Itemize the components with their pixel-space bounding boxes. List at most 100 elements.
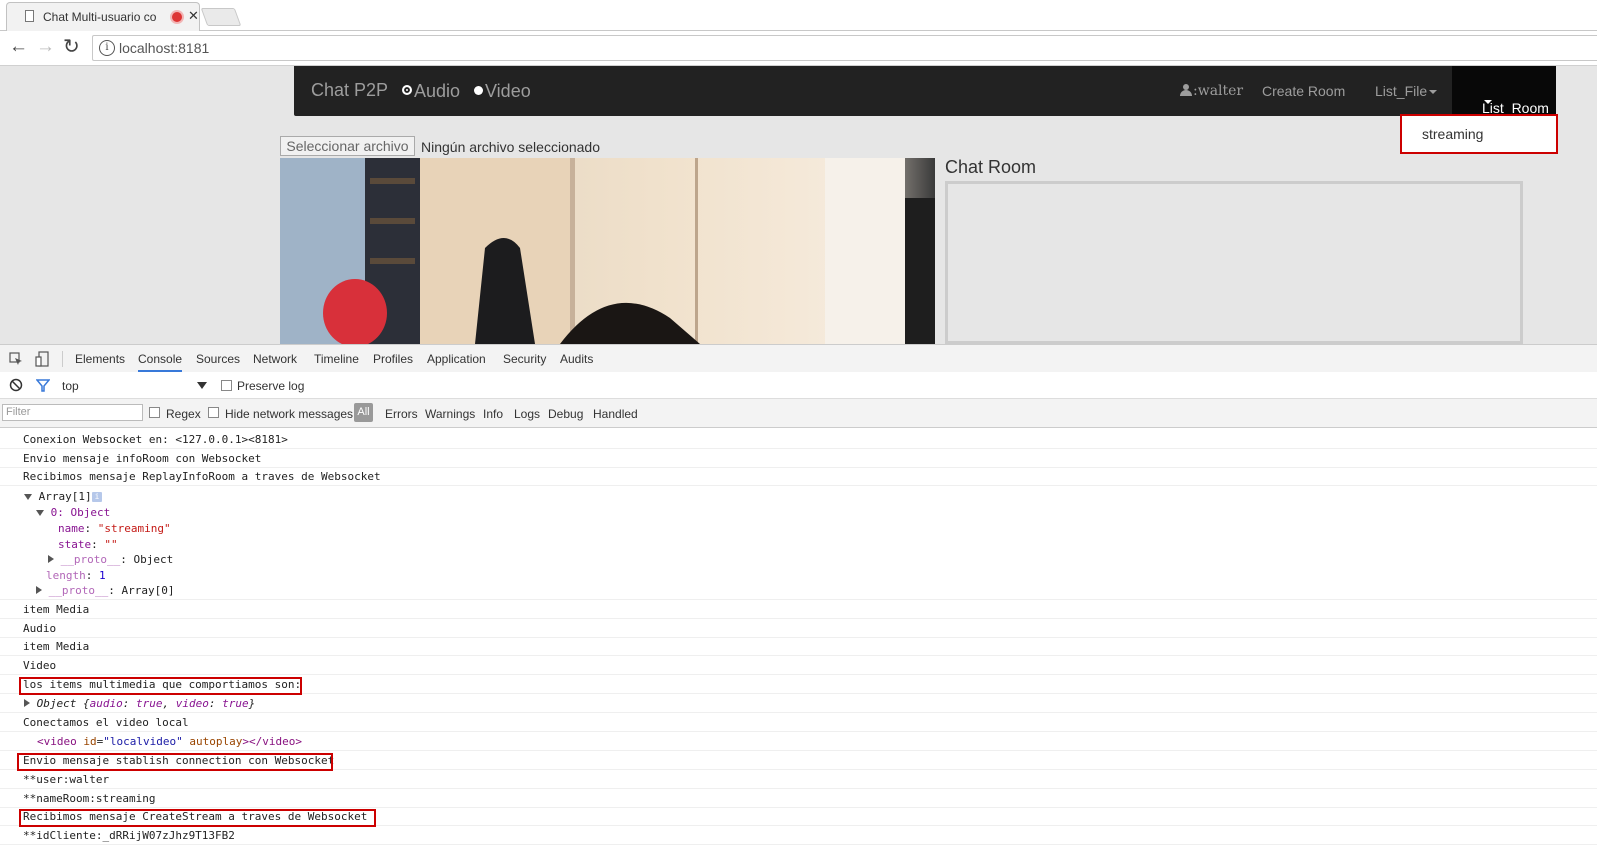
video-label: Video [485, 81, 531, 101]
devtools-tab-bar: Elements Console Sources Network Timelin… [0, 345, 1597, 373]
console-message: Audio [0, 620, 1597, 638]
prop-value: true [222, 697, 249, 710]
level-info[interactable]: Info [483, 407, 503, 421]
console-message: **user:walter [0, 771, 1597, 789]
close-tab-icon[interactable]: ✕ [188, 8, 199, 24]
browser-tab[interactable]: Chat Multi-usuario co ✕ [6, 2, 200, 31]
array-node[interactable]: Array[1] [24, 490, 92, 503]
clear-console-icon[interactable] [9, 378, 23, 392]
choose-file-button[interactable]: Seleccionar archivo [280, 136, 415, 156]
toolbar-divider [62, 351, 63, 367]
caret-down-icon [1429, 90, 1438, 95]
console-text: **nameRoom:streaming [23, 792, 156, 805]
level-debug[interactable]: Debug [548, 407, 583, 421]
console-message[interactable]: Object {audio: true, video: true} [0, 695, 1597, 713]
tab-security[interactable]: Security [503, 352, 546, 366]
summary-prefix: Object { [36, 697, 90, 710]
chat-messages-area[interactable] [945, 181, 1523, 344]
address-bar[interactable]: i localhost:8181 [92, 35, 1597, 61]
tab-application[interactable]: Application [427, 352, 486, 366]
console-text: Conectamos el video local [23, 716, 189, 729]
console-filter-input[interactable]: Filter [2, 404, 143, 421]
highlight-box [17, 753, 333, 771]
reload-icon[interactable]: ↻ [63, 36, 80, 58]
prop-value: "" [104, 538, 118, 551]
prop-key: video [175, 697, 209, 710]
info-badge-icon[interactable]: i [92, 492, 102, 502]
console-text: Conexion Websocket en: <127.0.0.1><8181> [23, 433, 288, 446]
tab-profiles[interactable]: Profiles [373, 352, 413, 366]
tab-title: Chat Multi-usuario co [43, 10, 157, 24]
level-warnings[interactable]: Warnings [425, 407, 475, 421]
console-messages: Conexion Websocket en: <127.0.0.1><8181>… [0, 428, 1597, 864]
filter-icon[interactable] [36, 379, 50, 392]
caret-down-icon [1484, 100, 1492, 104]
tab-elements[interactable]: Elements [75, 352, 125, 366]
tag-open: <video [37, 735, 77, 748]
back-arrow-icon[interactable]: ← [9, 36, 28, 58]
prop-proto[interactable]: __proto__: Object [48, 553, 173, 566]
tab-console[interactable]: Console [138, 352, 183, 372]
console-message: item Media [0, 638, 1597, 656]
console-message: Conexion Websocket en: <127.0.0.1><8181> [0, 431, 1597, 449]
device-mode-icon[interactable] [35, 351, 49, 367]
inspect-element-icon[interactable] [9, 352, 23, 366]
object-node[interactable]: 0: Object [36, 506, 110, 519]
console-text: item Media [23, 603, 90, 616]
console-text: item Media [23, 640, 90, 653]
attr-name: autoplay [189, 735, 243, 748]
list-file-dropdown[interactable]: List_File [1375, 83, 1438, 99]
prop-value: true [135, 697, 163, 710]
video-frame [280, 158, 935, 344]
console-message: Envio mensaje infoRoom con Websocket [0, 450, 1597, 468]
tab-timeline[interactable]: Timeline [314, 352, 359, 366]
prop-value: 1 [99, 569, 106, 582]
level-logs[interactable]: Logs [514, 407, 540, 421]
level-all[interactable]: All [354, 403, 373, 422]
tab-audits[interactable]: Audits [560, 352, 593, 366]
tab-sources[interactable]: Sources [196, 352, 240, 366]
context-selector[interactable]: top [62, 379, 79, 393]
prop-array-proto[interactable]: __proto__: Array[0] [36, 584, 174, 597]
video-element-node[interactable]: <video id="localvideo" autoplay></video> [37, 735, 302, 748]
forward-arrow-icon[interactable]: → [36, 36, 55, 58]
tab-network[interactable]: Network [253, 352, 297, 366]
video-radio[interactable]: Video [474, 81, 531, 102]
object-summary[interactable]: Object {audio: true, video: true} [24, 697, 255, 710]
url-text: localhost:8181 [119, 40, 210, 56]
preserve-log-checkbox[interactable] [221, 380, 232, 391]
level-errors[interactable]: Errors [385, 407, 418, 421]
create-room-link[interactable]: Create Room [1262, 83, 1345, 99]
file-status: Ningún archivo seleccionado [421, 139, 600, 155]
dropdown-item-streaming[interactable]: streaming [1422, 126, 1483, 142]
audio-radio[interactable]: Audio [402, 81, 460, 102]
hide-network-checkbox[interactable] [208, 407, 219, 418]
regex-checkbox[interactable] [149, 407, 160, 418]
collapsed-triangle-icon [48, 555, 54, 563]
console-message: item Media [0, 601, 1597, 619]
collapsed-triangle-icon [36, 586, 42, 594]
console-message: Conectamos el video local [0, 714, 1597, 732]
browser-tab-strip: Chat Multi-usuario co ✕ [0, 0, 1597, 31]
context-dropdown-icon[interactable] [197, 382, 207, 389]
navbar-brand[interactable]: Chat P2P [311, 80, 388, 101]
console-message: Recibimos mensaje ReplayInfoRoom a trave… [0, 468, 1597, 486]
level-handled[interactable]: Handled [593, 407, 638, 421]
prop-length: length: 1 [46, 569, 106, 582]
prop-key: state [58, 538, 92, 551]
list-room-dropdown[interactable]: List_Room [1452, 66, 1556, 116]
highlight-box [19, 809, 376, 827]
console-text: Envio mensaje infoRoom con Websocket [23, 452, 262, 465]
console-message: **nameRoom:streaming [0, 790, 1597, 808]
regex-label: Regex [166, 407, 201, 421]
recording-indicator-icon [172, 12, 182, 22]
collapsed-triangle-icon [24, 699, 30, 707]
audio-label: Audio [414, 81, 461, 101]
radio-selected-icon [402, 85, 412, 96]
site-info-icon[interactable]: i [99, 40, 115, 56]
user-menu[interactable]: :walter [1180, 83, 1243, 99]
console-object-tree: Array[1] i 0: Object name: "streaming" s… [0, 487, 1597, 600]
app-navbar: Chat P2P Audio Video :walter Create Room… [294, 66, 1556, 116]
prop-value: Object [133, 553, 174, 566]
new-tab-button[interactable] [200, 8, 242, 26]
